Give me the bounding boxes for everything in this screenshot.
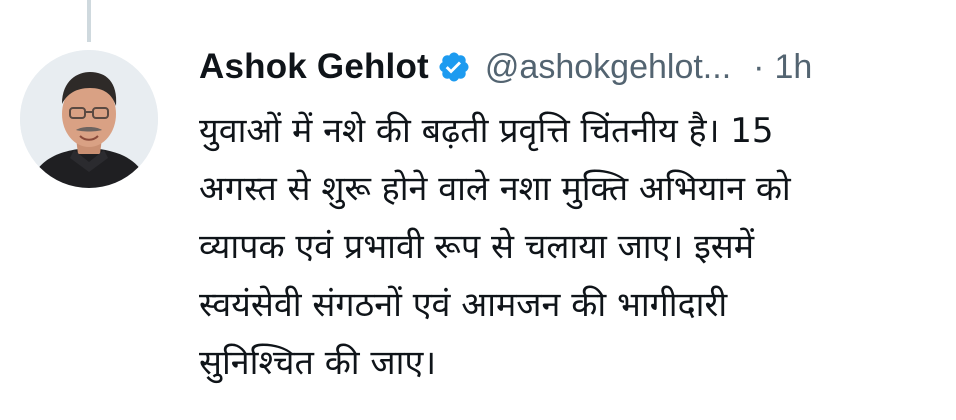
verified-badge-icon	[437, 50, 471, 84]
thread-connector-line	[87, 0, 91, 42]
tweet-timestamp[interactable]: 1h	[774, 48, 812, 87]
author-handle[interactable]: @ashokgehlot...	[485, 48, 731, 87]
header-separator: ·	[753, 47, 765, 86]
tweet[interactable]: Ashok Gehlot @ashokgehlot... · 1h युवाओं…	[199, 36, 942, 392]
tweet-header: Ashok Gehlot @ashokgehlot... · 1h	[199, 36, 942, 98]
avatar-image	[20, 50, 158, 188]
tweet-text: युवाओं में नशे की बढ़ती प्रवृत्ति चिंतनी…	[199, 111, 791, 383]
avatar[interactable]	[20, 50, 158, 188]
author-name[interactable]: Ashok Gehlot	[199, 47, 429, 87]
